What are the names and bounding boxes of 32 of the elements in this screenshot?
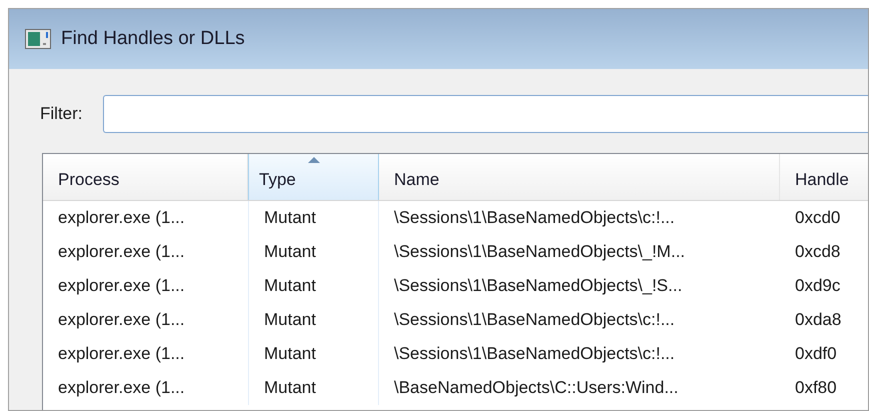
sort-arrow-icon [308,157,320,163]
name-cell-text: \Sessions\1\BaseNamedObjects\_!M... [394,241,686,264]
handle-cell-text: 0xda8 [795,309,842,332]
type-cell-text: Mutant [264,377,316,400]
window-icon [25,29,51,49]
name-cell-text: \Sessions\1\BaseNamedObjects\c:!... [394,343,675,366]
name-cell-text: \Sessions\1\BaseNamedObjects\c:!... [394,309,675,332]
name-cell-text: \BaseNamedObjects\C::Users:Wind... [394,377,678,400]
column-header[interactable]: Type [248,154,379,200]
process-cell-text: explorer.exe (1... [58,241,185,264]
name-cell-text: \Sessions\1\BaseNamedObjects\_!S... [394,275,682,298]
type-cell-text: Mutant [264,207,316,230]
process-cell-text: explorer.exe (1... [58,275,185,298]
type-cell-text: Mutant [264,241,316,264]
process-cell-text: explorer.exe (1... [58,377,185,400]
process-cell-text: explorer.exe (1... [58,343,185,366]
type-cell-text: Mutant [264,275,316,298]
type-cell-text: Mutant [264,309,316,332]
handle-cell-text: 0xdf0 [795,343,837,366]
process-cell-text: explorer.exe (1... [58,207,185,230]
handle-cell-text: 0xcd8 [795,241,840,264]
handle-cell-text: 0xf80 [795,377,837,400]
column-header[interactable]: Name [379,154,780,200]
column-header[interactable]: Handle [780,154,868,200]
type-cell-text: Mutant [264,343,316,366]
filter-label: Filter: [40,103,82,126]
name-cell-text: \Sessions\1\BaseNamedObjects\c:!... [394,207,675,230]
window-title: Find Handles or DLLs [61,26,245,51]
process-cell-text: explorer.exe (1... [58,309,185,332]
handle-cell-text: 0xcd0 [795,207,840,230]
handle-cell-text: 0xd9c [795,275,840,298]
filter-field[interactable] [102,95,868,133]
